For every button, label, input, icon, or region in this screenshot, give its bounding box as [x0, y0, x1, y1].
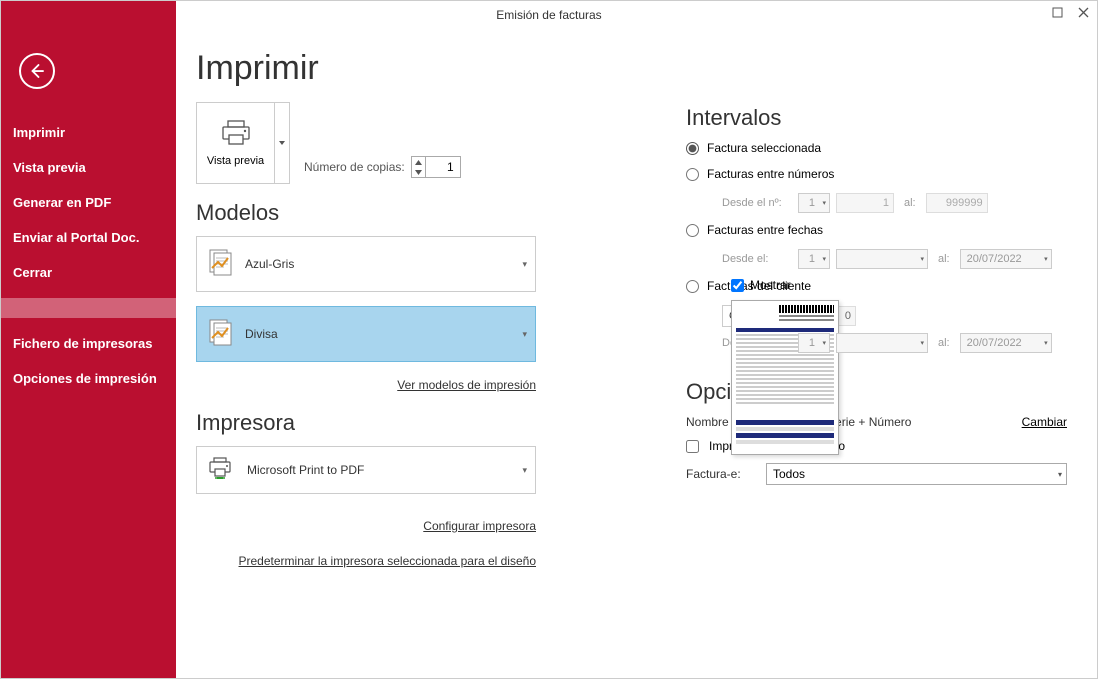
chevron-down-icon: ▾ — [1058, 470, 1062, 479]
maximize-icon[interactable] — [1049, 5, 1065, 21]
to-label: al: — [904, 197, 916, 209]
sidebar-item-portaldoc[interactable]: Enviar al Portal Doc. — [1, 220, 176, 255]
model-name: Azul-Gris — [245, 257, 294, 271]
printer-heading: Impresora — [196, 410, 646, 436]
show-preview-label: Mostrar — [750, 278, 791, 292]
model-name: Divisa — [245, 327, 278, 341]
copies-input[interactable] — [426, 160, 460, 174]
chevron-down-icon: ▾ — [522, 329, 527, 340]
show-preview-input[interactable] — [731, 279, 744, 292]
view-models-link[interactable]: Ver modelos de impresión — [397, 378, 536, 392]
intervals-heading: Intervalos — [686, 105, 1067, 131]
einvoice-select[interactable]: Todos ▾ — [766, 463, 1067, 485]
radio-entre-fechas[interactable]: Facturas entre fechas — [686, 223, 1067, 237]
sidebar-item-generarpdf[interactable]: Generar en PDF — [1, 185, 176, 220]
to-date-select[interactable]: 20/07/2022▾ — [960, 249, 1052, 269]
back-button[interactable] — [19, 53, 55, 89]
sidebar-item-opcionesimpresion[interactable]: Opciones de impresión — [1, 361, 176, 396]
spinner-down-icon[interactable] — [412, 167, 425, 177]
printer-icon — [220, 120, 252, 151]
chevron-down-icon: ▾ — [522, 465, 527, 476]
series-select[interactable]: 1▾ — [798, 193, 830, 213]
radio-factura-seleccionada[interactable]: Factura seleccionada — [686, 141, 1067, 155]
template-thumbnail[interactable] — [731, 300, 839, 455]
printer-name: Microsoft Print to PDF — [247, 463, 364, 477]
sidebar-item-cerrar[interactable]: Cerrar — [1, 255, 176, 290]
default-printer-link[interactable]: Predeterminar la impresora seleccionada … — [239, 554, 537, 568]
einvoice-label: Factura-e: — [686, 467, 756, 481]
models-heading: Modelos — [196, 200, 646, 226]
radio-entre-numeros[interactable]: Facturas entre números — [686, 167, 1067, 181]
model-item-azulgris[interactable]: Azul-Gris ▾ — [196, 236, 536, 292]
printer-select[interactable]: Microsoft Print to PDF ▾ — [196, 446, 536, 494]
to-number-field[interactable]: 999999 — [926, 193, 988, 213]
sidebar-item-ficheroimpresoras[interactable]: Fichero de impresoras — [1, 326, 176, 361]
sidebar-item-vistaprevia[interactable]: Vista previa — [1, 150, 176, 185]
virtual-printer-icon — [207, 456, 237, 485]
show-preview-checkbox[interactable]: Mostrar — [731, 278, 846, 292]
close-icon[interactable] — [1075, 5, 1091, 21]
preview-button-label: Vista previa — [207, 155, 264, 167]
chevron-down-icon: ▾ — [522, 259, 527, 270]
change-pdf-name-link[interactable]: Cambiar — [1022, 415, 1067, 429]
window-title: Emisión de facturas — [496, 8, 601, 22]
date-series-select[interactable]: 1▾ — [798, 249, 830, 269]
from-date-label: Desde el: — [722, 253, 792, 265]
from-date-select[interactable]: ▾ — [836, 249, 928, 269]
preview-button-main[interactable]: Vista previa — [197, 103, 275, 183]
model-item-divisa[interactable]: Divisa ▾ — [196, 306, 536, 362]
spinner-up-icon[interactable] — [412, 157, 425, 167]
copies-label: Número de copias: — [304, 160, 405, 174]
from-number-label: Desde el nº: — [722, 197, 792, 209]
sidebar-divider — [1, 298, 176, 318]
preview-button-dropdown[interactable] — [275, 103, 289, 183]
sidebar: Imprimir Vista previa Generar en PDF Env… — [1, 1, 176, 678]
sidebar-menu: Imprimir Vista previa Generar en PDF Env… — [1, 115, 176, 396]
client-to-date-select[interactable]: 20/07/2022▾ — [960, 333, 1052, 353]
client-series-select[interactable]: 1▾ — [798, 333, 830, 353]
document-icon — [207, 318, 235, 351]
client-from-date-select[interactable]: ▾ — [836, 333, 928, 353]
page-title: Imprimir — [196, 49, 646, 88]
document-icon — [207, 248, 235, 281]
from-number-field[interactable]: 1 — [836, 193, 894, 213]
sidebar-item-imprimir[interactable]: Imprimir — [1, 115, 176, 150]
configure-printer-link[interactable]: Configurar impresora — [423, 519, 536, 533]
copies-spinner[interactable] — [411, 156, 461, 178]
preview-split-button[interactable]: Vista previa — [196, 102, 290, 184]
